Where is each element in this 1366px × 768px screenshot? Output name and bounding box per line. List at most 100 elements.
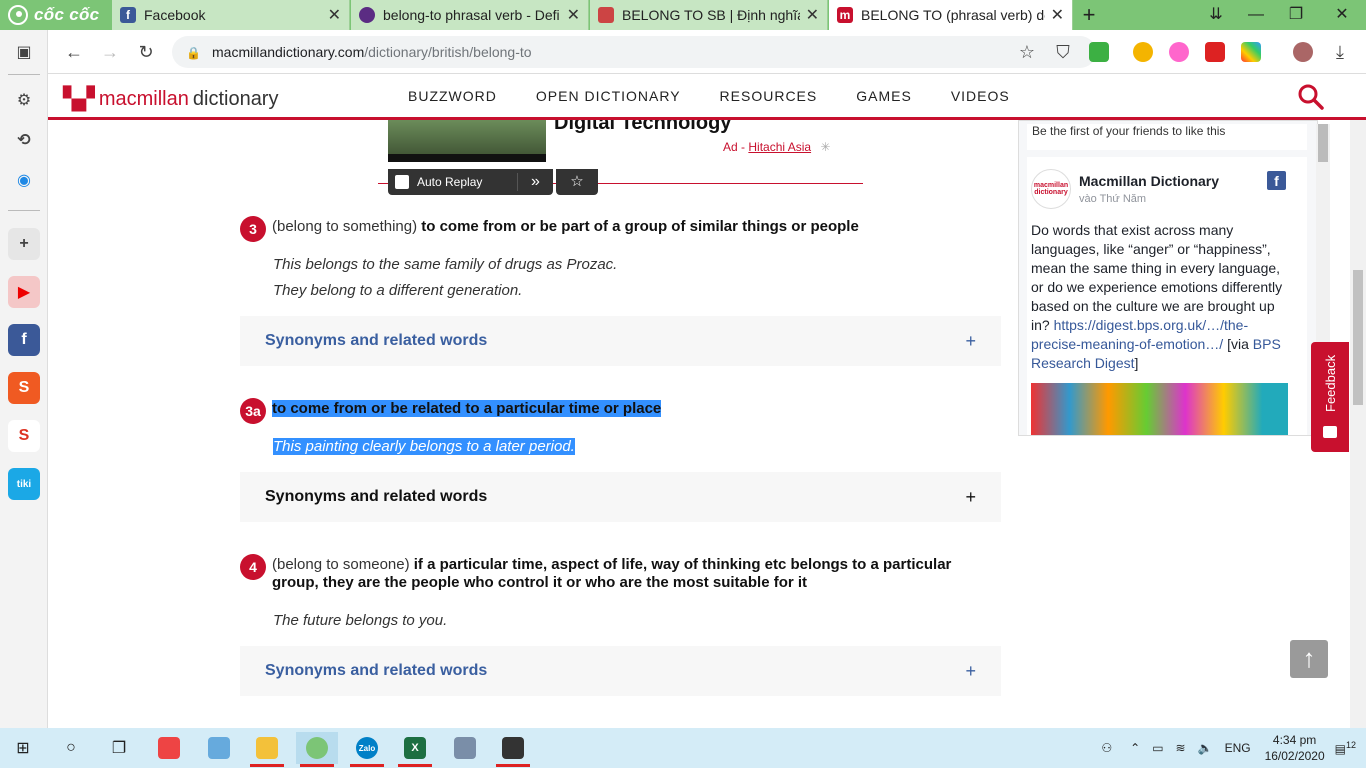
- adblock-extension-icon[interactable]: [1169, 42, 1189, 62]
- zalo-icon[interactable]: Zalo: [346, 732, 388, 767]
- battery-icon[interactable]: ▭: [1152, 741, 1163, 755]
- youtube-icon[interactable]: ▶: [8, 276, 40, 308]
- site-header: ▚▞ macmillan dictionary BUZZWORD OPEN DI…: [48, 74, 1366, 120]
- close-icon[interactable]: ✕: [1051, 5, 1064, 25]
- checkbox[interactable]: [395, 175, 409, 189]
- file-explorer-icon[interactable]: [246, 732, 288, 767]
- tiki-icon[interactable]: tiki: [8, 468, 40, 500]
- color-extension-icon[interactable]: [1241, 42, 1261, 62]
- ad-video-thumbnail[interactable]: [388, 120, 546, 162]
- cortana-search-icon[interactable]: ○: [50, 732, 92, 764]
- history-icon[interactable]: ⟲: [8, 124, 40, 156]
- fb-post-image[interactable]: [1031, 383, 1288, 435]
- star-icon[interactable]: ☆: [556, 169, 598, 195]
- ad-advertiser-link[interactable]: Hitachi Asia: [748, 140, 811, 154]
- new-tab-button[interactable]: +: [1076, 2, 1102, 28]
- sense-definition: (belong to something) to come from or be…: [272, 218, 1002, 236]
- facebook-icon[interactable]: f: [1267, 171, 1286, 190]
- clock[interactable]: 4:34 pm 16/02/2020: [1265, 732, 1325, 764]
- reload-icon[interactable]: ↻: [134, 40, 158, 64]
- synonyms-expander[interactable]: Synonyms and related words +: [240, 316, 1001, 366]
- red-extension-icon[interactable]: [1205, 42, 1225, 62]
- facebook-page-widget: Be the first of your friends to like thi…: [1018, 120, 1318, 436]
- fast-forward-icon[interactable]: »: [517, 173, 553, 191]
- page-scrollbar[interactable]: [1350, 120, 1366, 728]
- back-to-top-arrow-icon[interactable]: ↑: [1290, 640, 1328, 678]
- volume-icon[interactable]: 🔈: [1198, 741, 1213, 755]
- close-window-button[interactable]: ✕: [1322, 0, 1362, 30]
- scrollbar-thumb[interactable]: [1318, 124, 1328, 162]
- notification-center-icon[interactable]: ▤12: [1335, 740, 1356, 756]
- coccoc-taskbar-icon[interactable]: [296, 732, 338, 767]
- people-icon[interactable]: ⚇: [1101, 741, 1112, 755]
- windows-start-icon[interactable]: ⊞: [2, 732, 44, 764]
- tab-title: BELONG TO (phrasal verb) de: [861, 7, 1045, 23]
- example-sentence: The future belongs to you.: [273, 612, 448, 629]
- download-extension-icon[interactable]: [1089, 42, 1109, 62]
- shopee-icon[interactable]: S: [8, 372, 40, 404]
- snipping-icon[interactable]: [444, 732, 486, 764]
- coccoc-menu-button[interactable]: cốc cốc: [0, 0, 110, 30]
- ad-title[interactable]: Digital Technology: [554, 120, 731, 135]
- sticky-app-icon[interactable]: [492, 732, 534, 767]
- messenger-icon[interactable]: ◉: [8, 164, 40, 196]
- macmillan-logo[interactable]: ▚▞ macmillan dictionary: [63, 86, 278, 112]
- auto-replay-label: Auto Replay: [417, 175, 483, 189]
- paint-app-icon: [208, 737, 230, 759]
- tab-facebook[interactable]: f Facebook ✕: [112, 0, 350, 30]
- auto-replay-toggle[interactable]: Auto Replay »: [388, 169, 553, 195]
- tab-cambridge[interactable]: BELONG TO SB | Định nghĩa tr ✕: [590, 0, 828, 30]
- profile-avatar[interactable]: [1293, 42, 1313, 62]
- tab-macmillan[interactable]: m BELONG TO (phrasal verb) de ✕: [829, 0, 1073, 30]
- bookmark-star-icon[interactable]: ☆: [1015, 40, 1039, 64]
- settings-gear-icon[interactable]: ⚙: [8, 84, 40, 116]
- fb-post-date[interactable]: vào Thứ Năm: [1079, 193, 1146, 205]
- clock-date: 16/02/2020: [1264, 749, 1325, 763]
- feedback-button[interactable]: Feedback: [1311, 342, 1349, 452]
- nav-videos[interactable]: VIDEOS: [951, 88, 1010, 104]
- app-icon[interactable]: [148, 732, 190, 764]
- synonyms-label: Synonyms and related words: [265, 488, 488, 505]
- page-avatar[interactable]: macmillan dictionary: [1031, 169, 1071, 209]
- search-icon[interactable]: [1298, 84, 1324, 110]
- synonyms-expander[interactable]: Synonyms and related words +: [240, 472, 1001, 522]
- chevron-up-icon[interactable]: ⌃: [1130, 741, 1140, 755]
- fb-page-name[interactable]: Macmillan Dictionary: [1079, 173, 1219, 189]
- synonyms-expander[interactable]: Synonyms and related words +: [240, 646, 1001, 696]
- forward-arrow-icon[interactable]: →: [98, 40, 122, 64]
- post-link[interactable]: https://digest.bps.org.uk/…/the-precise-…: [1031, 317, 1248, 352]
- tab-oxford[interactable]: belong-to phrasal verb - Defi ✕: [351, 0, 589, 30]
- expand-plus-icon[interactable]: +: [965, 661, 976, 682]
- minimize-button[interactable]: —: [1236, 0, 1276, 30]
- page-content: Digital Technology Ad - Hitachi Asia ✳ A…: [48, 120, 1358, 728]
- restore-tabs-icon[interactable]: ⇊: [1196, 0, 1236, 30]
- chat-icon: [1323, 426, 1337, 438]
- download-icon[interactable]: ⤓: [1328, 40, 1352, 64]
- maximize-button[interactable]: ❐: [1276, 0, 1316, 30]
- facebook-shortcut-icon[interactable]: f: [8, 324, 40, 356]
- folder-icon: [256, 737, 278, 759]
- nav-open-dictionary[interactable]: OPEN DICTIONARY: [536, 88, 681, 104]
- expand-plus-icon[interactable]: +: [965, 331, 976, 352]
- sidebar-toggle-icon[interactable]: ▣: [8, 36, 40, 68]
- sendo-icon[interactable]: S: [8, 420, 40, 452]
- nav-games[interactable]: GAMES: [856, 88, 912, 104]
- paint-icon[interactable]: [198, 732, 240, 764]
- add-shortcut-icon[interactable]: +: [8, 228, 40, 260]
- nav-resources[interactable]: RESOURCES: [720, 88, 818, 104]
- close-icon[interactable]: ✕: [806, 5, 819, 25]
- back-arrow-icon[interactable]: ←: [62, 40, 86, 64]
- address-bar[interactable]: 🔒 macmillandictionary.com/dictionary/bri…: [172, 36, 1096, 68]
- wifi-icon[interactable]: ≋: [1176, 741, 1186, 755]
- close-icon[interactable]: ✕: [567, 5, 580, 25]
- nav-buzzword[interactable]: BUZZWORD: [408, 88, 497, 104]
- language-indicator[interactable]: ENG: [1225, 741, 1251, 755]
- divider: [8, 210, 40, 211]
- close-icon[interactable]: ✕: [328, 5, 341, 25]
- excel-icon[interactable]: X: [394, 732, 436, 767]
- shield-icon[interactable]: ⛉: [1051, 40, 1075, 64]
- expand-plus-icon[interactable]: +: [965, 487, 976, 508]
- scrollbar-thumb[interactable]: [1353, 270, 1363, 405]
- task-view-icon[interactable]: ❐: [98, 732, 140, 764]
- chrome-extension-icon[interactable]: [1133, 42, 1153, 62]
